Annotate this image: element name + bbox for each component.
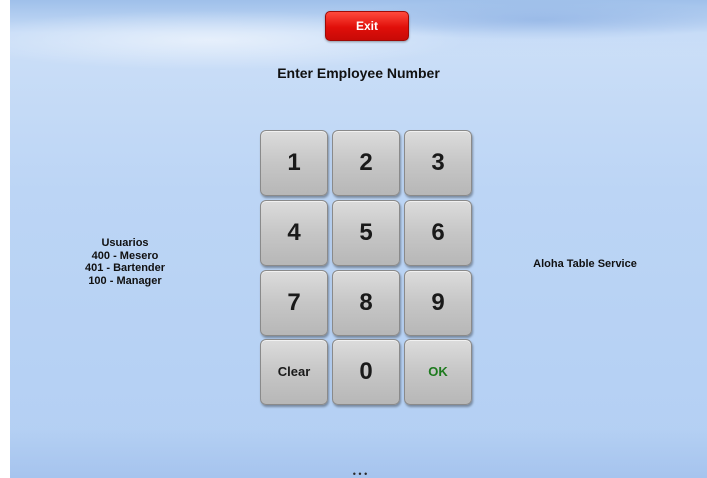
user-line-mesero: 400 - Mesero — [91, 249, 159, 262]
users-info: Usuarios 400 - Mesero 401 - Bartender 10… — [70, 237, 180, 287]
key-8[interactable]: 8 — [332, 270, 400, 336]
clear-button[interactable]: Clear — [260, 339, 328, 405]
users-heading: Usuarios — [101, 237, 149, 249]
ellipsis-icon: • • • — [352, 469, 368, 478]
product-name: Aloha Table Service — [533, 258, 637, 270]
key-5[interactable]: 5 — [332, 200, 400, 266]
key-2[interactable]: 2 — [332, 130, 400, 196]
numeric-keypad: 1 2 3 4 5 6 7 8 9 Clear 0 OK — [260, 130, 474, 406]
key-4[interactable]: 4 — [260, 200, 328, 266]
key-9[interactable]: 9 — [404, 270, 472, 336]
key-3[interactable]: 3 — [404, 130, 472, 196]
login-screen: Exit Enter Employee Number Usuarios 400 … — [10, 0, 707, 478]
ok-button[interactable]: OK — [404, 339, 472, 405]
key-0[interactable]: 0 — [332, 339, 400, 405]
key-6[interactable]: 6 — [404, 200, 472, 266]
user-line-manager: 100 - Manager — [88, 274, 162, 287]
exit-button[interactable]: Exit — [325, 11, 409, 41]
user-line-bartender: 401 - Bartender — [84, 262, 166, 274]
key-1[interactable]: 1 — [260, 130, 328, 196]
page-title: Enter Employee Number — [277, 65, 440, 81]
key-7[interactable]: 7 — [260, 270, 328, 336]
